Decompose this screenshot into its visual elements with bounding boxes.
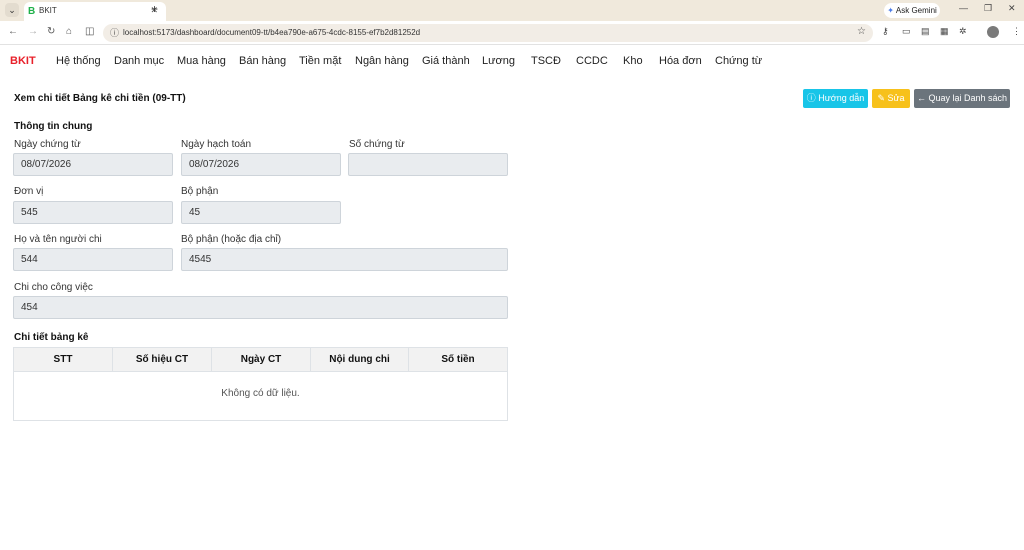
brand-logo[interactable]: BKIT [10, 55, 36, 67]
extensions-icon[interactable]: ✲ [959, 26, 967, 37]
ask-gemini-button[interactable]: ✦ Ask Gemini [884, 3, 940, 18]
sparkle-icon: ✦ [887, 6, 894, 15]
nav-mua-hang[interactable]: Mua hàng [177, 55, 226, 67]
column-header-stt: STT [14, 348, 113, 371]
menu-dots-icon[interactable]: ⋮ [1012, 26, 1021, 37]
nguoi-chi-label: Họ và tên người chi [14, 234, 102, 245]
reload-icon[interactable]: ↻ [47, 26, 55, 37]
arrow-left-icon: ← [916, 93, 929, 103]
bo-phan-field[interactable]: 45 [181, 201, 341, 224]
extension-table-icon[interactable]: ▦ [940, 26, 949, 37]
nav-tscd[interactable]: TSCĐ [531, 55, 561, 67]
empty-table-message: Không có dữ liệu. [221, 388, 300, 399]
restore-icon[interactable]: ❐ [984, 3, 992, 14]
don-vi-field[interactable]: 545 [13, 201, 173, 224]
nav-ccdc[interactable]: CCDC [576, 55, 608, 67]
nav-danh-muc[interactable]: Danh mục [114, 55, 164, 67]
column-header-so-tien: Số tiền [441, 354, 475, 365]
bo-phan-dia-chi-field[interactable]: 4545 [181, 248, 508, 271]
reading-mode-icon[interactable]: ▤ [921, 26, 930, 37]
minimize-icon[interactable]: — [959, 3, 968, 13]
ngay-hach-toan-field[interactable]: 08/07/2026 [181, 153, 341, 176]
table-header: STT Số hiệu CT Ngày CT Nội dung chi Số t… [14, 348, 507, 372]
don-vi-label: Đơn vị [14, 186, 44, 197]
sidebar-icon[interactable]: ◫ [85, 26, 94, 37]
browser-tabbar: ⌄ B BKIT ✕ + ✦ Ask Gemini — ❐ ✕ [0, 0, 1024, 21]
new-tab-icon[interactable]: + [151, 2, 158, 16]
edit-label: Sửa [887, 93, 905, 103]
column-header-noi-dung-chi: Nội dung chi [311, 348, 409, 371]
password-key-icon[interactable]: ⚷ [882, 26, 889, 37]
nav-luong[interactable]: Lương [482, 55, 515, 67]
browser-toolbar: ← → ↻ ⌂ ◫ ⓘ localhost:5173/dashboard/doc… [0, 21, 1024, 45]
nguoi-chi-field[interactable]: 544 [13, 248, 173, 271]
tab-title: BKIT [39, 6, 57, 15]
ngay-chung-tu-label: Ngày chứng từ [14, 139, 81, 150]
pencil-icon: ✎ [877, 93, 888, 103]
bo-phan-label: Bộ phận [181, 186, 219, 197]
back-label: Quay lại Danh sách [928, 93, 1008, 103]
tab-list-icon[interactable]: ⌄ [5, 3, 19, 17]
nav-chung-tu[interactable]: Chứng từ [715, 55, 762, 67]
bookmark-star-icon[interactable]: ☆ [857, 26, 866, 37]
column-header-so-hieu-ct: Số hiệu CT [113, 348, 212, 371]
browser-tab[interactable]: B BKIT ✕ [24, 2, 166, 21]
edit-button[interactable]: ✎ Sửa [872, 89, 910, 108]
close-window-icon[interactable]: ✕ [1008, 3, 1016, 14]
ask-gemini-label: Ask Gemini [895, 6, 937, 15]
url-text[interactable]: localhost:5173/dashboard/document09-tt/b… [123, 28, 420, 37]
site-info-icon[interactable]: ⓘ [110, 26, 119, 39]
chi-cho-cong-viec-field[interactable]: 454 [13, 296, 508, 319]
nav-he-thong[interactable]: Hệ thống [56, 55, 101, 67]
nav-kho[interactable]: Kho [623, 55, 643, 67]
profile-avatar[interactable] [987, 26, 999, 38]
help-button[interactable]: ⓘ Hướng dẫn [803, 89, 868, 108]
nav-gia-thanh[interactable]: Giá thành [422, 55, 470, 67]
chi-cho-cong-viec-label: Chi cho công việc [14, 282, 93, 293]
page-title: Xem chi tiết Bảng kê chi tiền (09-TT) [14, 93, 186, 104]
column-header-ngay-ct: Ngày CT [212, 348, 311, 371]
help-label: Hướng dẫn [818, 93, 865, 103]
home-icon[interactable]: ⌂ [66, 26, 72, 37]
card-icon[interactable]: ▭ [902, 26, 911, 37]
nav-hoa-don[interactable]: Hóa đơn [659, 55, 702, 67]
url-bar[interactable]: ⓘ localhost:5173/dashboard/document09-tt… [103, 24, 873, 42]
nav-ngan-hang[interactable]: Ngân hàng [355, 55, 409, 67]
ngay-chung-tu-field[interactable]: 08/07/2026 [13, 153, 173, 176]
question-circle-icon: ⓘ [806, 93, 819, 103]
favicon-icon: B [28, 6, 36, 17]
back-to-list-button[interactable]: ← Quay lại Danh sách [914, 89, 1010, 108]
so-chung-tu-label: Số chứng từ [349, 139, 405, 150]
app-navbar: BKIT Hệ thống Danh mục Mua hàng Bán hàng… [0, 46, 1024, 78]
nav-ban-hang[interactable]: Bán hàng [239, 55, 286, 67]
bo-phan-dia-chi-label: Bộ phận (hoặc địa chỉ) [181, 234, 282, 245]
nav-tien-mat[interactable]: Tiền mặt [299, 55, 341, 67]
so-chung-tu-field[interactable] [348, 153, 508, 176]
forward-icon[interactable]: → [28, 26, 38, 37]
general-section-title: Thông tin chung [14, 121, 93, 132]
back-icon[interactable]: ← [8, 26, 18, 37]
ngay-hach-toan-label: Ngày hạch toán [181, 139, 252, 150]
detail-table: STT Số hiệu CT Ngày CT Nội dung chi Số t… [13, 347, 508, 421]
detail-section-title: Chi tiết bảng kê [14, 332, 89, 343]
